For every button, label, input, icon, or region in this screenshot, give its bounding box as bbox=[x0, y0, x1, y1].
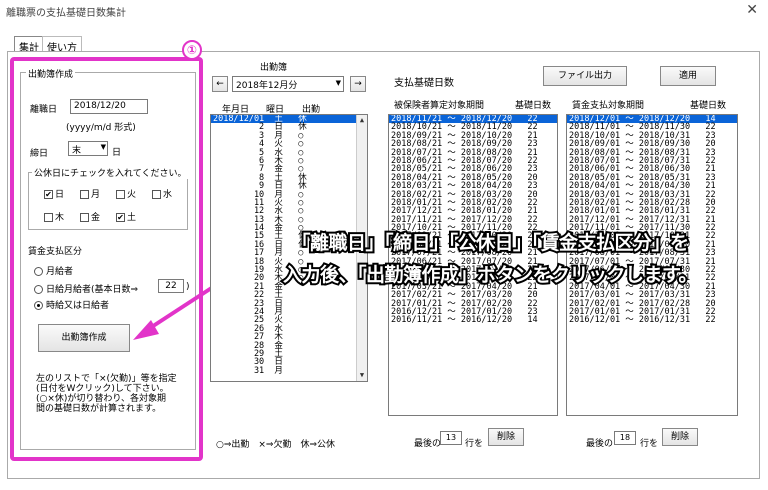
tab-summary[interactable]: 集計 bbox=[14, 36, 44, 54]
window-title: 離職票の支払基礎日数集計 bbox=[6, 8, 126, 19]
insured-col-period: 被保険者算定対象期間 bbox=[394, 101, 485, 111]
scroll-down-icon[interactable]: ▼ bbox=[357, 370, 367, 381]
caption-line-2: 入力後、「出勤簿作成」ボタンをクリックします。 入力後、「出勤簿作成」ボタンをク… bbox=[222, 260, 758, 288]
highlight-frame bbox=[10, 57, 203, 461]
tab-usage[interactable]: 使い方 bbox=[42, 36, 82, 54]
insured-delete-button[interactable]: 削除 bbox=[488, 428, 524, 446]
insured-last-label: 最後の bbox=[414, 439, 442, 449]
list-item[interactable]: 31 月 bbox=[211, 366, 367, 375]
chevron-down-icon: ▼ bbox=[335, 79, 341, 87]
wage-last-input[interactable]: 18 bbox=[614, 431, 636, 445]
month-value: 2018年12月分 bbox=[236, 81, 298, 91]
base-days-label: 支払基礎日数 bbox=[394, 78, 454, 89]
list-item[interactable]: 2016/11/21 ～ 2016/12/20 14 bbox=[389, 316, 557, 325]
wage-col-days: 基礎日数 bbox=[690, 101, 727, 111]
scroll-up-icon[interactable]: ▲ bbox=[357, 115, 367, 126]
wage-delete-button[interactable]: 削除 bbox=[662, 428, 698, 446]
wage-col-period: 賃金支払対象期間 bbox=[572, 101, 645, 111]
wage-last-label: 最後の bbox=[586, 439, 614, 449]
attendance-title: 出勤簿 bbox=[260, 63, 288, 73]
apply-button[interactable]: 適用 bbox=[660, 66, 716, 86]
caption-line-1: 「離職日」「締日」「公休日」「賃金支払区分」を 「離職日」「締日」「公休日」「賃… bbox=[222, 228, 758, 256]
caption-line-1-text: 「離職日」「締日」「公休日」「賃金支払区分」を bbox=[291, 232, 689, 254]
attendance-legend: ○⇒出勤 ×⇒欠勤 休⇒公休 bbox=[216, 440, 336, 450]
insured-last-input[interactable]: 13 bbox=[440, 431, 462, 445]
prev-month-button[interactable]: ← bbox=[212, 76, 228, 92]
file-output-button[interactable]: ファイル出力 bbox=[543, 66, 627, 86]
next-month-button[interactable]: → bbox=[350, 76, 366, 92]
insured-last-suffix: 行を bbox=[465, 439, 484, 449]
list-item[interactable]: 2016/12/01 ～ 2016/12/31 22 bbox=[567, 316, 737, 325]
step-number-badge: ① bbox=[182, 40, 202, 60]
month-select[interactable]: 2018年12月分 ▼ bbox=[232, 76, 344, 92]
insured-col-days: 基礎日数 bbox=[515, 101, 552, 111]
wage-last-suffix: 行を bbox=[640, 439, 659, 449]
caption-line-2-text: 入力後、「出勤簿作成」ボタンをクリックします。 bbox=[282, 264, 698, 286]
close-icon[interactable]: ✕ bbox=[746, 2, 758, 18]
